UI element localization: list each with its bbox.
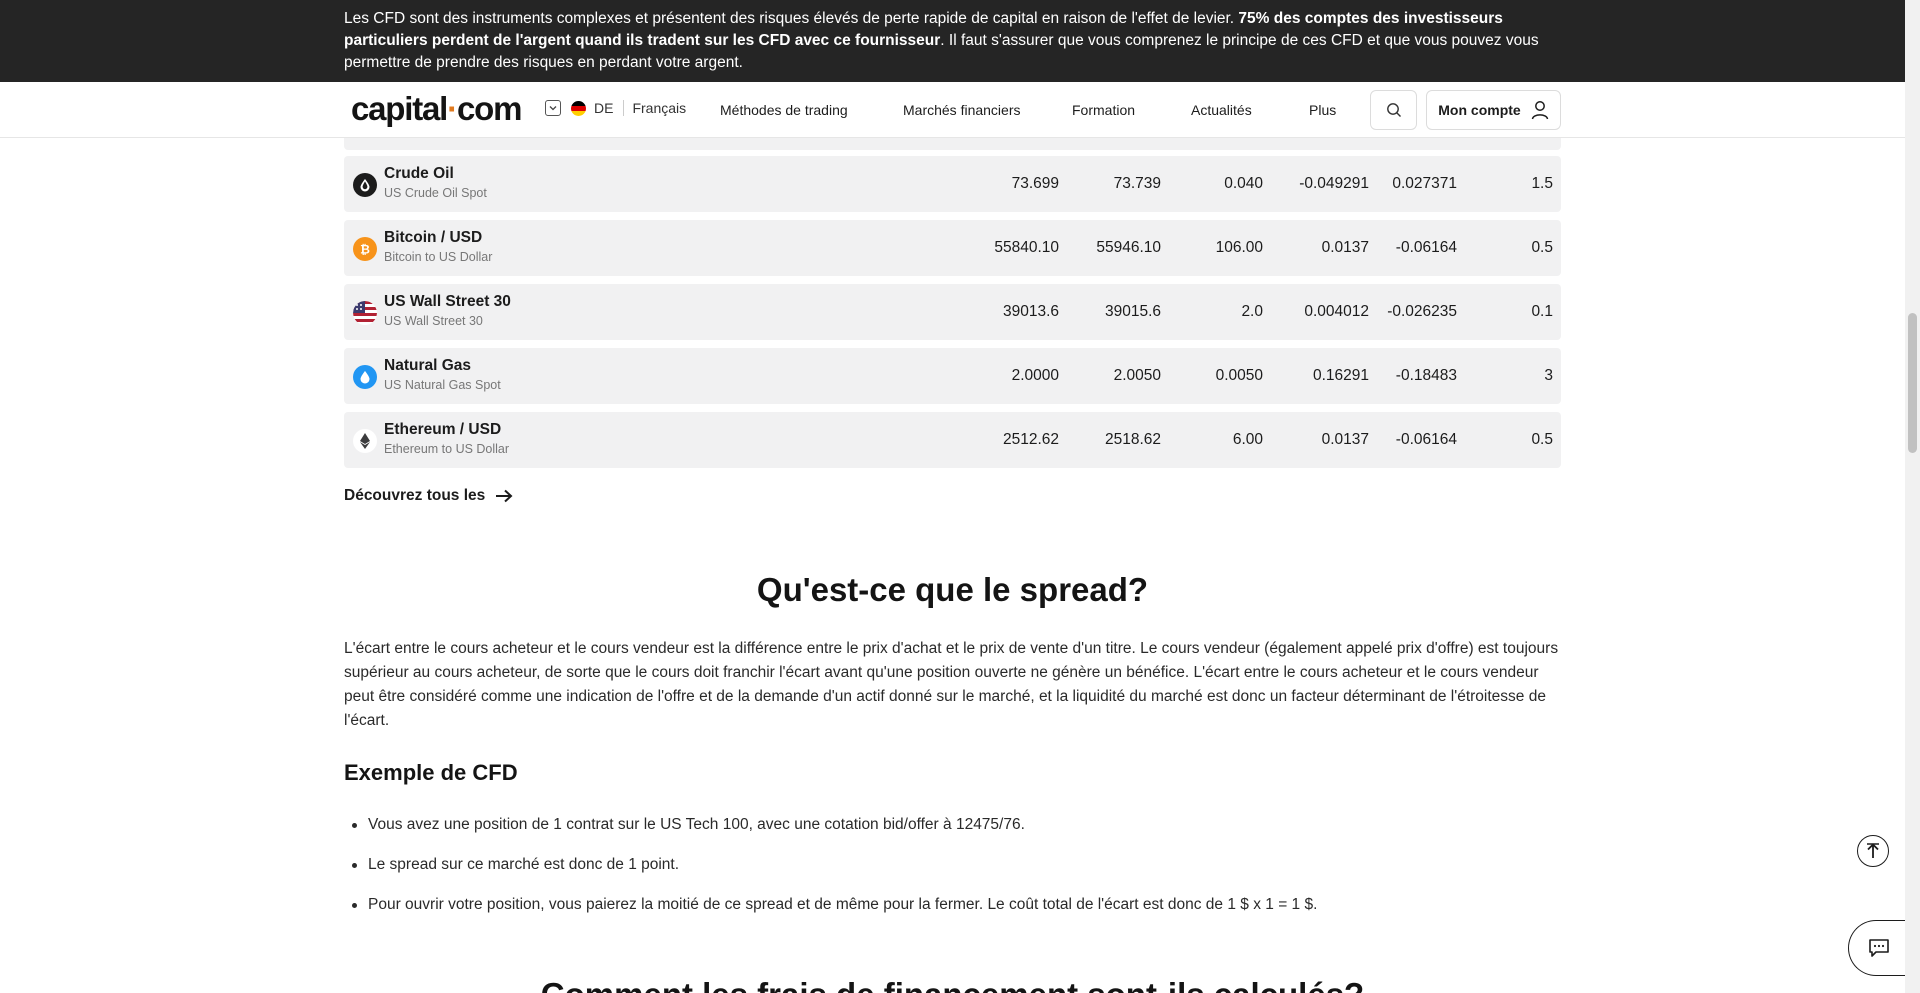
market-description: US Wall Street 30 <box>384 314 483 328</box>
svg-text:₿: ₿ <box>360 243 370 257</box>
table-row-partial <box>344 138 1561 150</box>
short-overnight-fee: 0.004012 <box>1304 303 1369 320</box>
ethereum-icon <box>353 429 377 453</box>
user-icon <box>1531 101 1548 120</box>
sell-price: 2.0000 <box>1011 367 1059 384</box>
nav-financial-markets[interactable]: Marchés financiers <box>903 102 1021 118</box>
nav-trading-methods[interactable]: Méthodes de trading <box>720 102 848 118</box>
country-code: DE <box>594 100 614 116</box>
chat-bubble-icon <box>1868 939 1889 957</box>
chevron-down-icon <box>545 100 561 116</box>
oil-drop-icon <box>353 173 377 197</box>
market-name: US Wall Street 30 <box>384 293 511 310</box>
market-description: US Crude Oil Spot <box>384 186 487 200</box>
language-selector[interactable]: DE Français <box>545 100 686 116</box>
market-row[interactable]: US Wall Street 30 US Wall Street 30 3901… <box>344 284 1561 340</box>
sell-price: 2512.62 <box>1002 431 1059 448</box>
short-overnight-fee: 0.16291 <box>1312 367 1369 384</box>
site-header: capital·com DE Français Méthodes de trad… <box>0 82 1905 138</box>
divider <box>623 100 625 116</box>
spread-paragraph: L'écart entre le cours acheteur et le co… <box>344 640 1559 729</box>
chat-button[interactable] <box>1848 920 1908 976</box>
us-flag-icon <box>353 301 377 325</box>
market-row[interactable]: Natural Gas US Natural Gas Spot 2.0000 2… <box>344 348 1561 404</box>
account-button[interactable]: Mon compte <box>1426 90 1561 130</box>
short-overnight-fee: 0.0137 <box>1321 239 1369 256</box>
page-scrollbar[interactable] <box>1905 0 1920 993</box>
financing-fees-title: Comment les frais de financement sont-il… <box>0 976 1905 993</box>
margin-value: 0.5 <box>1531 239 1553 256</box>
arrow-up-icon <box>1867 843 1879 858</box>
spread-value: 0.0050 <box>1215 367 1263 384</box>
spread-value: 6.00 <box>1232 431 1263 448</box>
market-row[interactable]: Ethereum / USD Ethereum to US Dollar 251… <box>344 412 1561 468</box>
search-icon <box>1386 103 1401 117</box>
account-label: Mon compte <box>1438 102 1521 118</box>
gas-flame-icon <box>353 365 377 389</box>
spread-value: 0.040 <box>1224 175 1263 192</box>
buy-price: 2.0050 <box>1113 367 1161 384</box>
germany-flag-icon <box>571 100 586 116</box>
discover-all-link[interactable]: Découvrez tous les <box>344 487 513 505</box>
buy-price: 2518.62 <box>1104 431 1161 448</box>
scrollbar-thumb[interactable] <box>1908 313 1917 453</box>
risk-warning-banner: Les CFD sont des instruments complexes e… <box>0 0 1905 82</box>
buy-price: 73.739 <box>1113 175 1161 192</box>
discover-all-label: Découvrez tous les <box>344 487 486 504</box>
list-item: Pour ouvrir votre position, vous paierez… <box>344 894 1317 934</box>
cfd-example-title: Exemple de CFD <box>344 760 518 785</box>
margin-value: 1.5 <box>1531 175 1553 192</box>
list-item: Vous avez une position de 1 contrat sur … <box>344 814 1317 854</box>
arrow-right-icon <box>496 489 513 503</box>
nav-education[interactable]: Formation <box>1072 102 1135 118</box>
long-overnight-fee: -0.06164 <box>1395 431 1457 448</box>
market-row[interactable]: Crude Oil US Crude Oil Spot 73.699 73.73… <box>344 156 1561 212</box>
sell-price: 73.699 <box>1011 175 1059 192</box>
list-item: Le spread sur ce marché est donc de 1 po… <box>344 854 1317 894</box>
sell-price: 39013.6 <box>1002 303 1059 320</box>
long-overnight-fee: -0.026235 <box>1387 303 1457 320</box>
buy-price: 55946.10 <box>1096 239 1161 256</box>
market-name: Crude Oil <box>384 165 454 182</box>
spread-value: 2.0 <box>1241 303 1263 320</box>
market-description: Ethereum to US Dollar <box>384 442 510 456</box>
bitcoin-icon: ₿ <box>353 237 377 261</box>
nav-news[interactable]: Actualités <box>1191 102 1252 118</box>
long-overnight-fee: 0.027371 <box>1392 175 1457 192</box>
sell-price: 55840.10 <box>994 239 1059 256</box>
cfd-example-list: Vous avez une position de 1 contrat sur … <box>344 814 1317 934</box>
language-label: Français <box>632 100 687 116</box>
long-overnight-fee: -0.06164 <box>1395 239 1457 256</box>
long-overnight-fee: -0.18483 <box>1395 367 1457 384</box>
market-name: Natural Gas <box>384 357 472 374</box>
short-overnight-fee: -0.049291 <box>1299 175 1369 192</box>
spread-section-title: Qu'est-ce que le spread? <box>756 571 1149 608</box>
capital-com-logo[interactable]: capital·com <box>351 90 522 128</box>
buy-price: 39015.6 <box>1104 303 1161 320</box>
market-description: Bitcoin to US Dollar <box>384 250 493 264</box>
nav-more[interactable]: Plus <box>1309 102 1336 118</box>
margin-value: 0.1 <box>1531 303 1553 320</box>
market-row[interactable]: ₿ Bitcoin / USD Bitcoin to US Dollar 558… <box>344 220 1561 276</box>
market-name: Ethereum / USD <box>384 421 502 438</box>
market-description: US Natural Gas Spot <box>384 378 501 392</box>
search-button[interactable] <box>1370 90 1417 130</box>
risk-warning-text: Les CFD sont des instruments complexes e… <box>344 10 1539 71</box>
scroll-to-top-button[interactable] <box>1857 835 1889 867</box>
market-name: Bitcoin / USD <box>384 229 483 246</box>
spread-value: 106.00 <box>1215 239 1263 256</box>
short-overnight-fee: 0.0137 <box>1321 431 1369 448</box>
margin-value: 0.5 <box>1531 431 1553 448</box>
margin-value: 3 <box>1544 367 1553 384</box>
